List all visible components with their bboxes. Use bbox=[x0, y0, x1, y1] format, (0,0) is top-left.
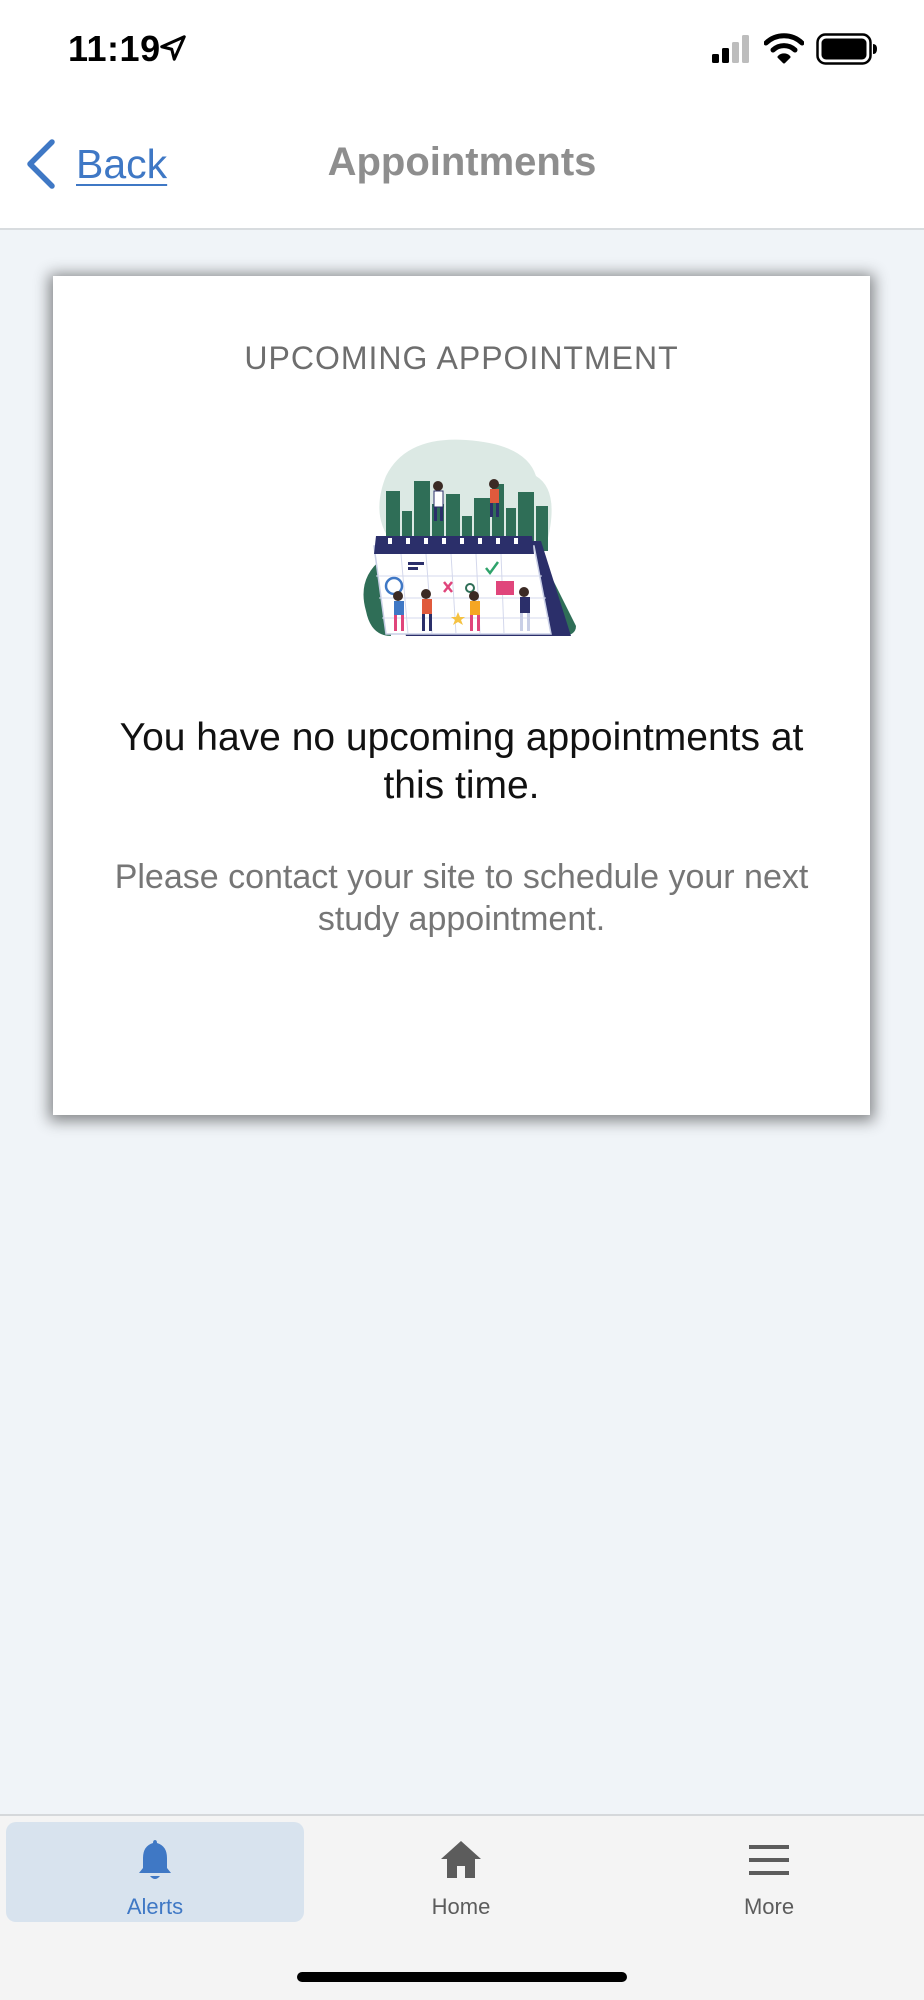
tab-alerts[interactable]: Alerts bbox=[6, 1822, 304, 1922]
wifi-icon bbox=[764, 33, 804, 64]
menu-icon bbox=[749, 1845, 789, 1875]
schedule-instructions: Please contact your site to schedule you… bbox=[114, 858, 809, 938]
tab-more[interactable]: More bbox=[620, 1822, 918, 1922]
home-icon bbox=[441, 1841, 481, 1878]
tab-home[interactable]: Home bbox=[312, 1822, 610, 1922]
page-title: Appointments bbox=[327, 140, 597, 184]
card-heading: UPCOMING APPOINTMENT bbox=[244, 340, 679, 376]
calendar-illustration bbox=[363, 439, 576, 636]
location-arrow-icon bbox=[160, 35, 186, 61]
battery-icon bbox=[816, 33, 877, 65]
upcoming-appointment-card: UPCOMING APPOINTMENT You have no upcomin… bbox=[53, 276, 870, 1115]
home-indicator bbox=[297, 1972, 627, 1982]
status-time: 11:19 bbox=[68, 28, 161, 69]
tab-more-label: More bbox=[743, 1894, 795, 1919]
bell-icon bbox=[139, 1840, 171, 1879]
nav-header: Back Appointments bbox=[0, 100, 924, 230]
cellular-signal-icon bbox=[712, 35, 749, 63]
status-bar: 11:19 bbox=[0, 0, 924, 100]
tab-alerts-label: Alerts bbox=[126, 1894, 184, 1919]
tab-home-label: Home bbox=[431, 1894, 491, 1919]
no-appointments-message: You have no upcoming appointments at thi… bbox=[119, 716, 804, 807]
